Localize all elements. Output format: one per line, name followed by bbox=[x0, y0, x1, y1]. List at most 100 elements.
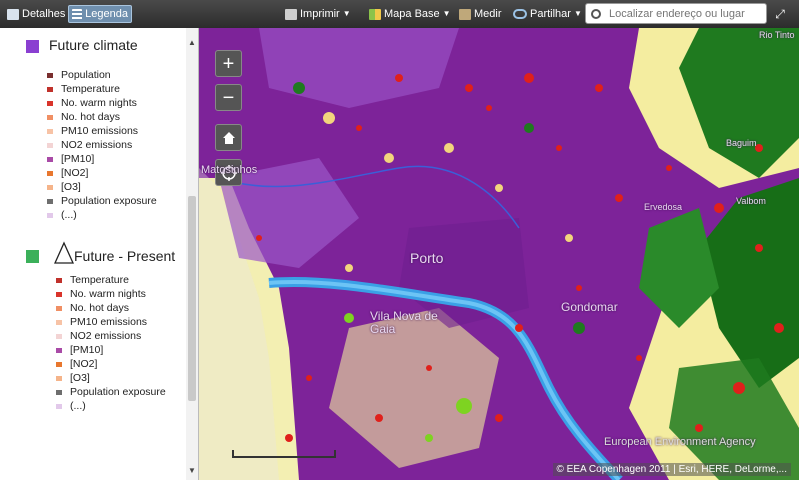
legend-swatch bbox=[47, 142, 53, 148]
legend-swatch bbox=[47, 100, 53, 106]
legend-item-label: [PM10] bbox=[61, 153, 95, 165]
legend-item-label: NO2 emissions bbox=[70, 330, 142, 342]
legend-tab[interactable]: Legenda bbox=[68, 5, 132, 23]
search-icon bbox=[591, 8, 601, 19]
scale-bar bbox=[232, 450, 336, 458]
legend-swatch bbox=[47, 128, 53, 134]
legend-item-label: No. hot days bbox=[61, 111, 120, 123]
details-tab-label: Detalhes bbox=[22, 8, 66, 20]
legend-swatch bbox=[56, 347, 62, 353]
legend-item-label: [NO2] bbox=[70, 358, 98, 370]
legend-item: [O3] bbox=[56, 372, 90, 384]
future-present-title: Future - Present bbox=[74, 248, 176, 264]
legend-item-label: Temperature bbox=[70, 274, 129, 286]
map-view[interactable]: + − Matosinhos Porto Vila Nova de Gaia G… bbox=[199, 28, 799, 480]
legend-item-label: (...) bbox=[61, 209, 77, 221]
legend-item-label: Population exposure bbox=[70, 386, 166, 398]
legend-item: Population bbox=[47, 69, 111, 81]
future-climate-swatch bbox=[26, 40, 39, 53]
legend-list-icon bbox=[72, 8, 83, 20]
legend-item-label: [O3] bbox=[70, 372, 90, 384]
home-icon bbox=[222, 132, 235, 144]
legend-item-label: [O3] bbox=[61, 181, 81, 193]
legend-swatch bbox=[56, 333, 62, 339]
legend-item: No. hot days bbox=[56, 302, 129, 314]
legend-swatch bbox=[47, 212, 53, 218]
legend-item-label: No. hot days bbox=[70, 302, 129, 314]
triangle-icon bbox=[54, 241, 74, 264]
legend-item-label: No. warm nights bbox=[70, 288, 146, 300]
map-label-valbom: Valbom bbox=[736, 196, 766, 206]
map-label-rio-tinto: Rio Tinto bbox=[759, 30, 795, 40]
map-attribution: © EEA Copenhagen 2011 | Esri, HERE, DeLo… bbox=[552, 463, 791, 476]
legend-item-label: Temperature bbox=[61, 83, 120, 95]
legend-swatch bbox=[56, 305, 62, 311]
details-tab[interactable]: Detalhes bbox=[4, 5, 68, 23]
details-icon bbox=[7, 8, 19, 20]
legend-item: [PM10] bbox=[56, 344, 103, 356]
legend-scrollbar[interactable]: ▲ ▼ bbox=[186, 28, 198, 480]
legend-swatch bbox=[47, 170, 53, 176]
scroll-down-icon[interactable]: ▼ bbox=[187, 466, 197, 475]
legend-item-label: Population bbox=[61, 69, 111, 81]
legend-item-label: PM10 emissions bbox=[61, 125, 139, 137]
legend-item: Population exposure bbox=[56, 386, 166, 398]
share-button[interactable]: Partilhar ▼ bbox=[510, 5, 585, 23]
legend-item-label: Population exposure bbox=[61, 195, 157, 207]
map-label-baguim: Baguim bbox=[726, 138, 757, 148]
legend-item: PM10 emissions bbox=[47, 125, 138, 137]
legend-item: Temperature bbox=[47, 83, 120, 95]
basemap-button[interactable]: Mapa Base ▼ bbox=[366, 5, 454, 23]
measure-label: Medir bbox=[474, 8, 502, 20]
legend-item-label: [NO2] bbox=[61, 167, 89, 179]
measure-button[interactable]: Medir bbox=[456, 5, 505, 23]
legend-item: (...) bbox=[56, 400, 86, 412]
legend-swatch bbox=[56, 277, 62, 283]
zoom-in-button[interactable]: + bbox=[215, 50, 242, 77]
print-button[interactable]: Imprimir ▼ bbox=[282, 5, 354, 23]
future-climate-title: Future climate bbox=[49, 37, 138, 53]
legend-swatch bbox=[47, 184, 53, 190]
legend-item-label: No. warm nights bbox=[61, 97, 137, 109]
search-box[interactable] bbox=[585, 3, 767, 24]
legend-item: [NO2] bbox=[47, 167, 88, 179]
map-canvas bbox=[199, 28, 799, 480]
legend-tab-label: Legenda bbox=[85, 8, 128, 20]
basemap-grid-icon bbox=[369, 8, 381, 20]
scroll-thumb[interactable] bbox=[188, 196, 196, 401]
legend-item: Temperature bbox=[56, 274, 129, 286]
legend-swatch bbox=[47, 198, 53, 204]
future-present-swatch bbox=[26, 250, 39, 263]
top-toolbar: Detalhes Legenda Imprimir ▼ Mapa Base ▼ … bbox=[0, 0, 799, 28]
chevron-down-icon: ▼ bbox=[573, 9, 582, 18]
legend-swatch bbox=[56, 319, 62, 325]
chevron-down-icon: ▼ bbox=[442, 9, 451, 18]
link-icon bbox=[513, 9, 527, 19]
legend-item: No. warm nights bbox=[47, 97, 137, 109]
map-label-matosinhos: Matosinhos bbox=[201, 164, 258, 176]
fullscreen-icon[interactable]: ⤢ bbox=[772, 6, 788, 22]
share-label: Partilhar bbox=[530, 8, 571, 20]
legend-swatch bbox=[56, 389, 62, 395]
scroll-up-icon[interactable]: ▲ bbox=[187, 38, 197, 47]
legend-item: No. warm nights bbox=[56, 288, 146, 300]
printer-icon bbox=[285, 8, 297, 20]
map-label-ervedosa: Ervedosa bbox=[644, 202, 683, 212]
legend-swatch bbox=[56, 403, 62, 409]
legend-item: PM10 emissions bbox=[56, 316, 147, 328]
legend-item-label: NO2 emissions bbox=[61, 139, 133, 151]
home-button[interactable] bbox=[215, 124, 242, 151]
legend-swatch bbox=[47, 72, 53, 78]
legend-item: (...) bbox=[47, 209, 77, 221]
legend-item: NO2 emissions bbox=[47, 139, 132, 151]
watermark-text: European Environment Agency bbox=[604, 436, 756, 448]
legend-item: Population exposure bbox=[47, 195, 157, 207]
zoom-out-button[interactable]: − bbox=[215, 84, 242, 111]
search-input[interactable] bbox=[607, 6, 761, 21]
map-label-gaia: Vila Nova de Gaia bbox=[370, 309, 438, 336]
map-label-gondomar: Gondomar bbox=[561, 300, 618, 314]
legend-item: No. hot days bbox=[47, 111, 120, 123]
legend-item: [O3] bbox=[47, 181, 81, 193]
legend-item: [NO2] bbox=[56, 358, 97, 370]
chevron-down-icon: ▼ bbox=[342, 9, 351, 18]
